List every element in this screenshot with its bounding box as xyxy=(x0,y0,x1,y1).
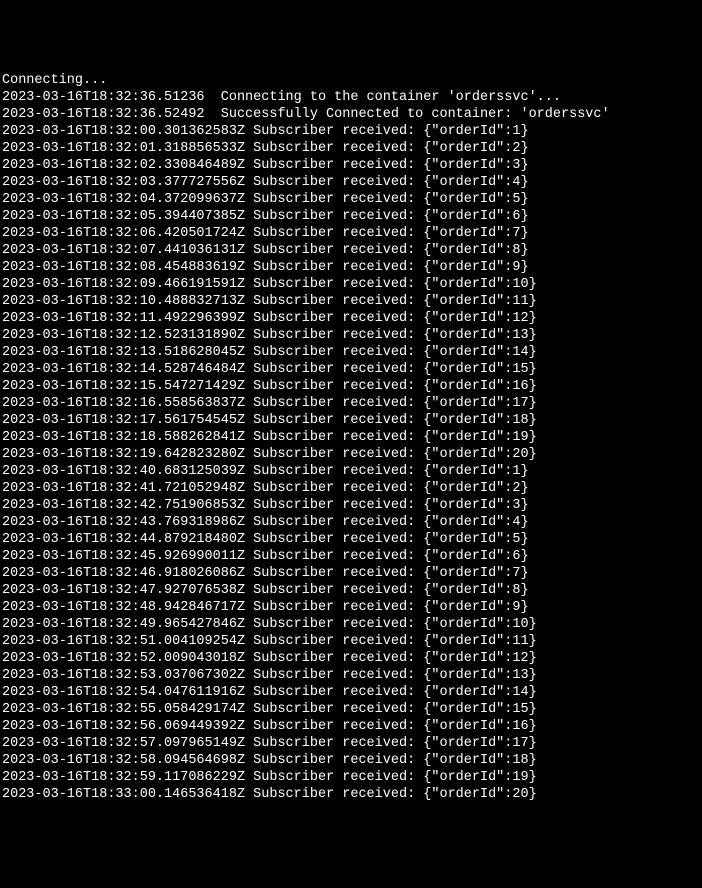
log-line: 2023-03-16T18:32:59.117086229Z Subscribe… xyxy=(2,769,700,786)
log-line: 2023-03-16T18:32:16.558563837Z Subscribe… xyxy=(2,395,700,412)
log-line: 2023-03-16T18:32:49.965427846Z Subscribe… xyxy=(2,616,700,633)
log-line: 2023-03-16T18:32:06.420501724Z Subscribe… xyxy=(2,225,700,242)
log-line: 2023-03-16T18:32:19.642823280Z Subscribe… xyxy=(2,446,700,463)
log-line: 2023-03-16T18:32:46.918026086Z Subscribe… xyxy=(2,565,700,582)
log-line: 2023-03-16T18:32:55.058429174Z Subscribe… xyxy=(2,701,700,718)
log-line: 2023-03-16T18:32:53.037067302Z Subscribe… xyxy=(2,667,700,684)
connect-attempt-line: 2023-03-16T18:32:36.51236 Connecting to … xyxy=(2,89,700,106)
connect-success-line: 2023-03-16T18:32:36.52492 Successfully C… xyxy=(2,106,700,123)
log-line: 2023-03-16T18:32:40.683125039Z Subscribe… xyxy=(2,463,700,480)
log-line: 2023-03-16T18:32:01.318856533Z Subscribe… xyxy=(2,140,700,157)
log-line: 2023-03-16T18:32:15.547271429Z Subscribe… xyxy=(2,378,700,395)
log-line: 2023-03-16T18:32:47.927076538Z Subscribe… xyxy=(2,582,700,599)
log-line: 2023-03-16T18:32:48.942846717Z Subscribe… xyxy=(2,599,700,616)
log-line: 2023-03-16T18:32:07.441036131Z Subscribe… xyxy=(2,242,700,259)
log-line: 2023-03-16T18:32:41.721052948Z Subscribe… xyxy=(2,480,700,497)
log-line: 2023-03-16T18:32:09.466191591Z Subscribe… xyxy=(2,276,700,293)
log-line: 2023-03-16T18:32:56.069449392Z Subscribe… xyxy=(2,718,700,735)
log-line: 2023-03-16T18:32:08.454883619Z Subscribe… xyxy=(2,259,700,276)
log-line: 2023-03-16T18:32:17.561754545Z Subscribe… xyxy=(2,412,700,429)
log-line: 2023-03-16T18:32:44.879218480Z Subscribe… xyxy=(2,531,700,548)
log-line: 2023-03-16T18:32:02.330846489Z Subscribe… xyxy=(2,157,700,174)
log-line: 2023-03-16T18:32:43.769318986Z Subscribe… xyxy=(2,514,700,531)
log-line: 2023-03-16T18:32:00.301362583Z Subscribe… xyxy=(2,123,700,140)
log-line: 2023-03-16T18:32:10.488832713Z Subscribe… xyxy=(2,293,700,310)
log-line: 2023-03-16T18:32:14.528746484Z Subscribe… xyxy=(2,361,700,378)
log-line: 2023-03-16T18:32:51.004109254Z Subscribe… xyxy=(2,633,700,650)
log-line: 2023-03-16T18:32:42.751906853Z Subscribe… xyxy=(2,497,700,514)
log-line: 2023-03-16T18:32:05.394407385Z Subscribe… xyxy=(2,208,700,225)
log-line: 2023-03-16T18:32:52.009043018Z Subscribe… xyxy=(2,650,700,667)
connecting-line: Connecting... xyxy=(2,72,700,89)
log-line: 2023-03-16T18:32:18.588262841Z Subscribe… xyxy=(2,429,700,446)
log-line: 2023-03-16T18:32:11.492296399Z Subscribe… xyxy=(2,310,700,327)
log-line: 2023-03-16T18:32:54.047611916Z Subscribe… xyxy=(2,684,700,701)
log-line: 2023-03-16T18:32:58.094564698Z Subscribe… xyxy=(2,752,700,769)
log-line: 2023-03-16T18:32:04.372099637Z Subscribe… xyxy=(2,191,700,208)
log-line: 2023-03-16T18:32:45.926990011Z Subscribe… xyxy=(2,548,700,565)
log-line: 2023-03-16T18:33:00.146536418Z Subscribe… xyxy=(2,786,700,803)
terminal-output: Connecting...2023-03-16T18:32:36.51236 C… xyxy=(2,72,700,803)
log-line: 2023-03-16T18:32:13.518628045Z Subscribe… xyxy=(2,344,700,361)
log-line: 2023-03-16T18:32:12.523131890Z Subscribe… xyxy=(2,327,700,344)
log-line: 2023-03-16T18:32:03.377727556Z Subscribe… xyxy=(2,174,700,191)
